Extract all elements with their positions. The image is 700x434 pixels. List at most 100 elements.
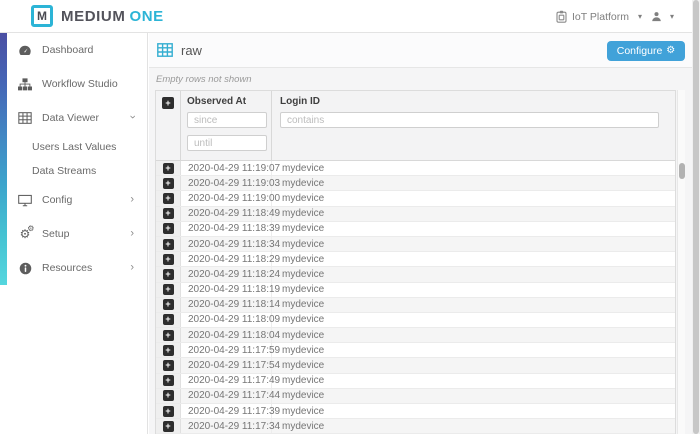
table-scrollbar — [677, 90, 685, 434]
expand-row-button[interactable]: + — [163, 299, 174, 310]
until-filter-input[interactable] — [187, 135, 267, 151]
plus-icon: + — [165, 346, 170, 355]
medium-one-app: M MEDIUMONE IoT Platform ▾ ▾ — [0, 0, 700, 434]
expand-row-button[interactable]: + — [163, 163, 174, 174]
plus-icon: + — [165, 407, 170, 416]
expand-row-button[interactable]: + — [163, 314, 174, 325]
expand-cell: + — [156, 328, 181, 342]
expand-row-button[interactable]: + — [163, 178, 174, 189]
table-row: + 2020-04-29 11:17:54 mydevice — [156, 358, 675, 373]
configure-button[interactable]: Configure⚙ — [607, 41, 685, 61]
login-id-cell: mydevice — [272, 298, 675, 312]
sidebar-item-label: Resources — [42, 262, 92, 274]
table-row: + 2020-04-29 11:19:03 mydevice — [156, 176, 675, 191]
since-filter-input[interactable] — [187, 112, 267, 128]
expand-row-button[interactable]: + — [163, 223, 174, 234]
login-id-header-cell: Login ID — [272, 91, 675, 160]
plus-icon: + — [165, 194, 170, 203]
expand-row-button[interactable]: + — [163, 208, 174, 219]
expand-all-button[interactable]: + — [162, 97, 174, 109]
user-caret-icon: ▾ — [670, 12, 674, 21]
plus-icon: + — [165, 315, 170, 324]
observed-at-cell: 2020-04-29 11:17:44 — [181, 389, 272, 403]
expand-cell: + — [156, 176, 181, 190]
sidebar-item-data-streams[interactable]: Data Streams — [0, 159, 147, 183]
chevron-down-icon: › — [127, 115, 138, 119]
expand-cell: + — [156, 252, 181, 266]
expand-row-button[interactable]: + — [163, 239, 174, 250]
expand-row-button[interactable]: + — [163, 269, 174, 280]
gauge-icon — [17, 44, 33, 57]
observed-at-cell: 2020-04-29 11:18:39 — [181, 222, 272, 236]
login-id-cell: mydevice — [272, 389, 675, 403]
table-scrollbar-thumb[interactable] — [679, 163, 685, 179]
table-icon — [17, 112, 33, 124]
expand-row-button[interactable]: + — [163, 406, 174, 417]
table-row: + 2020-04-29 11:17:39 mydevice — [156, 404, 675, 419]
plus-icon: + — [165, 240, 170, 249]
login-id-cell: mydevice — [272, 419, 675, 433]
observed-at-cell: 2020-04-29 11:17:49 — [181, 374, 272, 388]
login-id-cell: mydevice — [272, 404, 675, 418]
expand-row-button[interactable]: + — [163, 421, 174, 432]
sidebar-item-label: Data Streams — [32, 165, 96, 177]
medium-one-logo-icon: M — [31, 5, 53, 27]
table-body: + 2020-04-29 11:19:07 mydevice + 2020-04… — [156, 161, 675, 434]
observed-at-cell: 2020-04-29 11:19:07 — [181, 161, 272, 175]
sitemap-icon — [17, 78, 33, 91]
table-row: + 2020-04-29 11:18:24 mydevice — [156, 267, 675, 282]
sidebar-item-workflow-studio[interactable]: Workflow Studio — [0, 67, 147, 101]
plus-icon: + — [165, 164, 170, 173]
platform-dropdown[interactable]: IoT Platform ▾ — [556, 0, 642, 33]
sidebar-item-data-viewer[interactable]: Data Viewer › — [0, 101, 147, 135]
sidebar-item-users-last-values[interactable]: Users Last Values — [0, 135, 147, 159]
observed-at-cell: 2020-04-29 11:18:24 — [181, 267, 272, 281]
expand-cell: + — [156, 404, 181, 418]
observed-at-cell: 2020-04-29 11:18:49 — [181, 207, 272, 221]
login-id-cell: mydevice — [272, 358, 675, 372]
sidebar-item-config[interactable]: Config › — [0, 183, 147, 217]
brand-name: MEDIUMONE — [61, 8, 164, 25]
table-row: + 2020-04-29 11:18:29 mydevice — [156, 252, 675, 267]
login-id-cell: mydevice — [272, 222, 675, 236]
table-row: + 2020-04-29 11:17:44 mydevice — [156, 389, 675, 404]
expand-cell: + — [156, 207, 181, 221]
sidebar-item-label: Users Last Values — [32, 141, 116, 153]
contains-filter-input[interactable] — [280, 112, 659, 128]
expand-cell: + — [156, 389, 181, 403]
expand-cell: + — [156, 374, 181, 388]
login-id-cell: mydevice — [272, 191, 675, 205]
expand-row-button[interactable]: + — [163, 360, 174, 371]
chevron-right-icon: › — [130, 263, 134, 274]
plus-icon: + — [165, 285, 170, 294]
expand-row-button[interactable]: + — [163, 375, 174, 386]
page-scrollbar-thumb[interactable] — [693, 0, 699, 434]
expand-row-button[interactable]: + — [163, 254, 174, 265]
observed-at-cell: 2020-04-29 11:18:09 — [181, 313, 272, 327]
gear-icon: ⚙ — [666, 46, 675, 56]
plus-icon: + — [165, 270, 170, 279]
expand-cell: + — [156, 222, 181, 236]
observed-at-cell: 2020-04-29 11:19:00 — [181, 191, 272, 205]
user-dropdown[interactable]: ▾ — [651, 0, 674, 33]
desktop-icon — [17, 194, 33, 207]
plus-icon: + — [165, 391, 170, 400]
sidebar-item-setup[interactable]: ⚙⚙ Setup › — [0, 217, 147, 251]
table-row: + 2020-04-29 11:17:34 mydevice — [156, 419, 675, 434]
login-id-cell: mydevice — [272, 313, 675, 327]
plus-icon: + — [165, 331, 170, 340]
expand-cell: + — [156, 358, 181, 372]
platform-caret-icon: ▾ — [638, 12, 642, 21]
expand-row-button[interactable]: + — [163, 330, 174, 341]
main-content: raw Configure⚙ Empty rows not shown + Ob… — [149, 33, 692, 434]
plus-icon: + — [165, 376, 170, 385]
sidebar-item-resources[interactable]: Resources › — [0, 251, 147, 285]
expand-row-button[interactable]: + — [163, 345, 174, 356]
observed-at-column-header: Observed At — [187, 96, 265, 107]
expand-row-button[interactable]: + — [163, 284, 174, 295]
table-row: + 2020-04-29 11:18:14 mydevice — [156, 298, 675, 313]
expand-row-button[interactable]: + — [163, 193, 174, 204]
chevron-right-icon: › — [130, 229, 134, 240]
sidebar-item-dashboard[interactable]: Dashboard — [0, 33, 147, 67]
expand-row-button[interactable]: + — [163, 390, 174, 401]
